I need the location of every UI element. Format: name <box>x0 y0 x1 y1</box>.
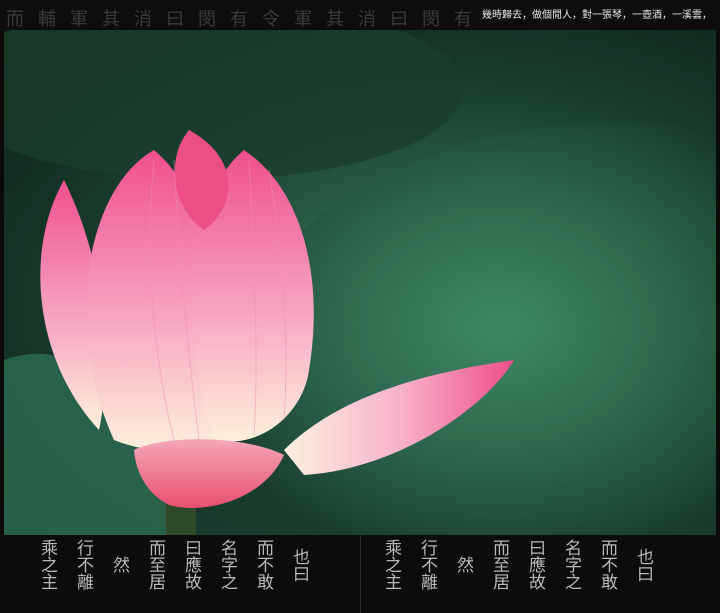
calligraphy-column: 行不離 <box>417 539 437 590</box>
calligraphy-column: 行不離 <box>73 539 93 590</box>
calligraphy-column: 曰應故 <box>181 539 201 590</box>
calligraphy-column: 名字之 <box>217 539 237 590</box>
calligraphy-column: 也曰 <box>289 547 309 582</box>
calligraphy-column: 乘之主 <box>37 539 57 590</box>
calligraphy-column: 而至居 <box>489 539 509 590</box>
lotus-illustration <box>4 30 716 535</box>
calligraphy-columns-right: 乘之主 行不離 然 而至居 曰應故 名字之 而不敢 也曰 <box>380 539 654 590</box>
strip-divider <box>360 535 361 613</box>
lotus-poster: 而輔軍其消曰閔有令軍其消曰閔有 幾時歸去，做個閒人，對一張琴，一壺酒，一溪雲， <box>0 0 720 613</box>
calligraphy-column: 而不敢 <box>597 539 617 590</box>
poem-caption: 幾時歸去，做個閒人，對一張琴，一壺酒，一溪雲， <box>482 10 712 21</box>
top-calligraphy-strip: 而輔軍其消曰閔有令軍其消曰閔有 幾時歸去，做個閒人，對一張琴，一壺酒，一溪雲， <box>0 0 720 30</box>
calligraphy-column: 然 <box>109 556 129 573</box>
background-calligraphy: 而輔軍其消曰閔有令軍其消曰閔有 <box>6 9 486 30</box>
bottom-calligraphy-strip: 乘之主 行不離 然 而至居 曰應故 名字之 而不敢 也曰 乘之主 行不離 然 而… <box>0 535 720 613</box>
calligraphy-column: 乘之主 <box>381 539 401 590</box>
calligraphy-columns-left: 乘之主 行不離 然 而至居 曰應故 名字之 而不敢 也曰 <box>36 539 310 590</box>
calligraphy-column: 然 <box>453 556 473 573</box>
calligraphy-column: 名字之 <box>561 539 581 590</box>
calligraphy-column: 曰應故 <box>525 539 545 590</box>
calligraphy-column: 而至居 <box>145 539 165 590</box>
calligraphy-column: 也曰 <box>633 547 653 582</box>
calligraphy-column: 而不敢 <box>253 539 273 590</box>
lotus-photo <box>4 30 716 535</box>
